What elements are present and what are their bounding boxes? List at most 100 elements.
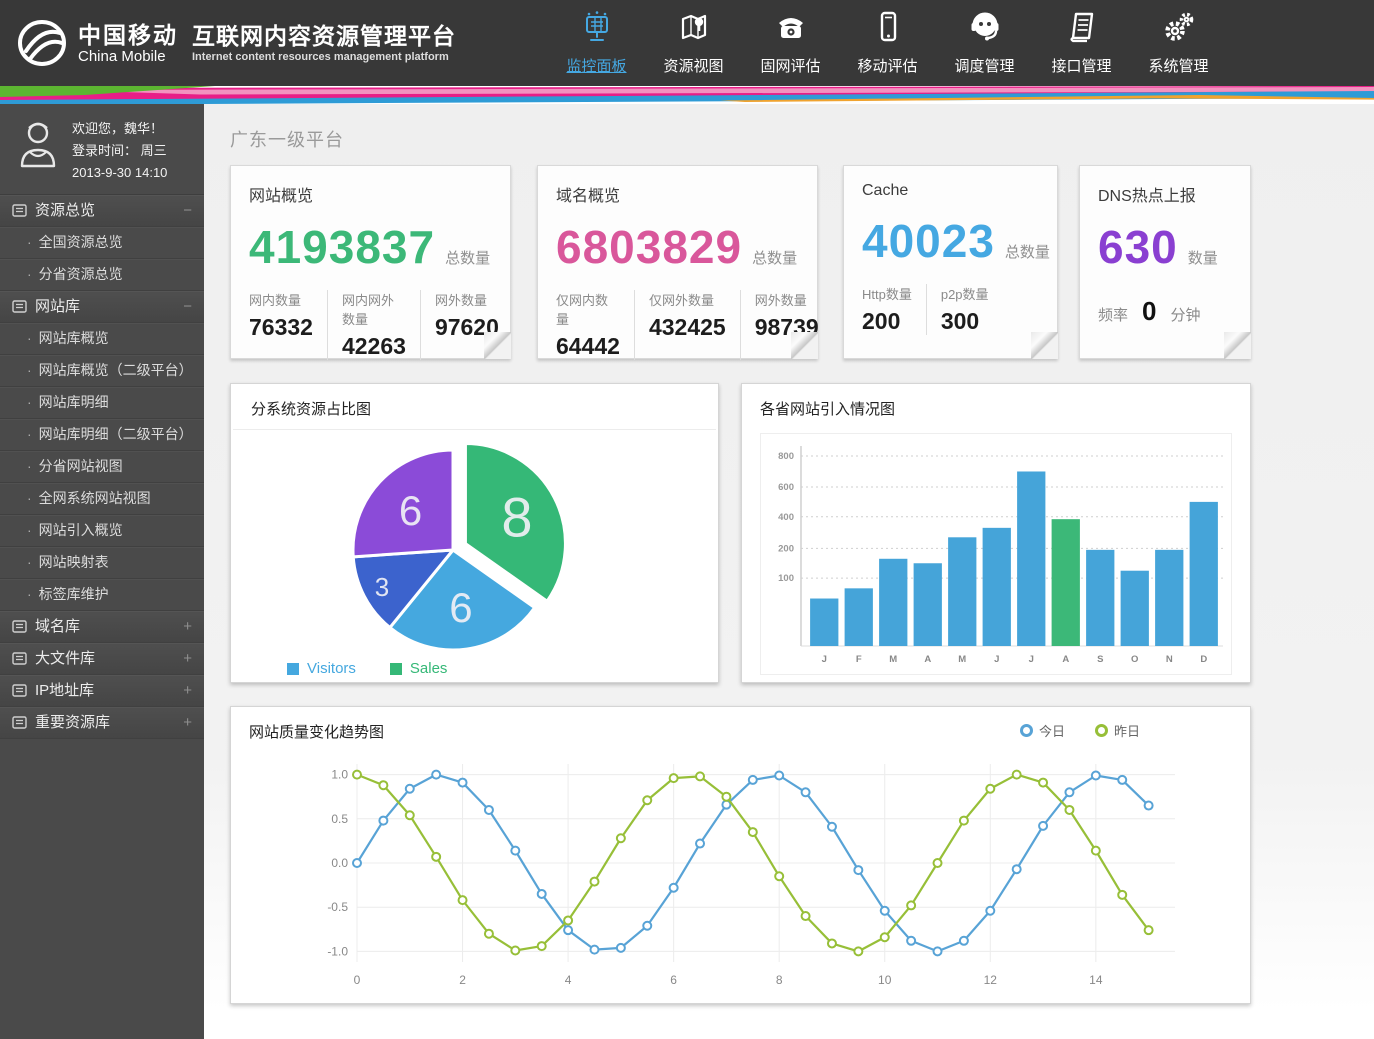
data-point-今日[interactable]	[696, 840, 704, 848]
data-point-昨日[interactable]	[564, 916, 572, 924]
data-point-昨日[interactable]	[1092, 847, 1100, 855]
sidebar-item-网站库明细（二级平台）[interactable]: ·网站库明细（二级平台）	[0, 419, 204, 451]
data-point-昨日[interactable]	[617, 834, 625, 842]
data-point-今日[interactable]	[1145, 802, 1153, 810]
bar-M-3[interactable]	[879, 559, 907, 646]
nav-item-7[interactable]: 系统管理	[1130, 10, 1227, 76]
data-point-今日[interactable]	[802, 788, 810, 796]
nav-item-4[interactable]: 移动评估	[839, 10, 936, 76]
data-point-昨日[interactable]	[670, 774, 678, 782]
bar-D-12[interactable]	[1190, 502, 1218, 646]
data-point-今日[interactable]	[986, 907, 994, 915]
sidebar-section-大文件库[interactable]: 大文件库+	[0, 643, 204, 675]
expand-icon[interactable]: +	[183, 675, 192, 706]
data-point-昨日[interactable]	[511, 947, 519, 955]
data-point-昨日[interactable]	[353, 771, 361, 779]
data-point-今日[interactable]	[934, 947, 942, 955]
data-point-今日[interactable]	[1118, 776, 1126, 784]
data-point-昨日[interactable]	[881, 933, 889, 941]
sidebar-section-域名库[interactable]: 域名库+	[0, 611, 204, 643]
sidebar-item-网站库概览（二级平台）[interactable]: ·网站库概览（二级平台）	[0, 355, 204, 387]
legend-item-昨日[interactable]: 昨日	[1095, 721, 1140, 740]
sidebar-item-网站库概览[interactable]: ·网站库概览	[0, 323, 204, 355]
legend-item-Sales[interactable]: Sales	[390, 660, 448, 677]
data-point-今日[interactable]	[1065, 788, 1073, 796]
sidebar-section-资源总览[interactable]: 资源总览−	[0, 195, 204, 227]
data-point-昨日[interactable]	[1065, 806, 1073, 814]
data-point-昨日[interactable]	[775, 872, 783, 880]
data-point-今日[interactable]	[643, 922, 651, 930]
data-point-今日[interactable]	[564, 926, 572, 934]
data-point-今日[interactable]	[1092, 771, 1100, 779]
bar-J-7[interactable]	[1017, 471, 1045, 646]
data-point-今日[interactable]	[907, 937, 915, 945]
nav-item-2[interactable]: 资源视图	[645, 10, 742, 76]
sidebar-section-网站库[interactable]: 网站库−	[0, 291, 204, 323]
data-point-今日[interactable]	[353, 859, 361, 867]
data-point-今日[interactable]	[881, 907, 889, 915]
data-point-今日[interactable]	[775, 771, 783, 779]
data-point-昨日[interactable]	[907, 901, 915, 909]
collapse-icon[interactable]: −	[183, 195, 192, 226]
legend-item-Visitors[interactable]: Visitors	[287, 660, 356, 677]
data-point-今日[interactable]	[749, 776, 757, 784]
data-point-昨日[interactable]	[538, 942, 546, 950]
data-point-昨日[interactable]	[1013, 771, 1021, 779]
sidebar-item-全国资源总览[interactable]: ·全国资源总览	[0, 227, 204, 259]
legend-item-今日[interactable]: 今日	[1020, 721, 1065, 740]
data-point-昨日[interactable]	[854, 947, 862, 955]
bar-A-8[interactable]	[1052, 519, 1080, 646]
data-point-昨日[interactable]	[828, 939, 836, 947]
data-point-今日[interactable]	[960, 937, 968, 945]
data-point-今日[interactable]	[1039, 822, 1047, 830]
sidebar-item-网站库明细[interactable]: ·网站库明细	[0, 387, 204, 419]
bar-S-9[interactable]	[1086, 550, 1114, 646]
data-point-今日[interactable]	[1013, 865, 1021, 873]
data-point-今日[interactable]	[485, 806, 493, 814]
data-point-昨日[interactable]	[485, 930, 493, 938]
data-point-今日[interactable]	[459, 779, 467, 787]
data-point-昨日[interactable]	[934, 859, 942, 867]
data-point-昨日[interactable]	[696, 772, 704, 780]
data-point-昨日[interactable]	[722, 793, 730, 801]
nav-item-3[interactable]: 固网评估	[742, 10, 839, 76]
nav-item-6[interactable]: 接口管理	[1033, 10, 1130, 76]
data-point-今日[interactable]	[538, 890, 546, 898]
data-point-今日[interactable]	[379, 817, 387, 825]
data-point-今日[interactable]	[590, 946, 598, 954]
data-point-昨日[interactable]	[986, 785, 994, 793]
collapse-icon[interactable]: −	[183, 291, 192, 322]
sidebar-item-网站引入概览[interactable]: ·网站引入概览	[0, 515, 204, 547]
data-point-昨日[interactable]	[590, 878, 598, 886]
data-point-今日[interactable]	[511, 847, 519, 855]
data-point-昨日[interactable]	[1145, 926, 1153, 934]
nav-item-5[interactable]: 调度管理	[936, 10, 1033, 76]
data-point-昨日[interactable]	[432, 853, 440, 861]
sidebar-item-网站映射表[interactable]: ·网站映射表	[0, 547, 204, 579]
bar-A-4[interactable]	[914, 563, 942, 646]
sidebar-item-全网系统网站视图[interactable]: ·全网系统网站视图	[0, 483, 204, 515]
data-point-今日[interactable]	[406, 785, 414, 793]
data-point-昨日[interactable]	[406, 811, 414, 819]
data-point-今日[interactable]	[670, 884, 678, 892]
sidebar-section-IP地址库[interactable]: IP地址库+	[0, 675, 204, 707]
sidebar-item-标签库维护[interactable]: ·标签库维护	[0, 579, 204, 611]
sidebar-item-分省资源总览[interactable]: ·分省资源总览	[0, 259, 204, 291]
data-point-昨日[interactable]	[459, 896, 467, 904]
data-point-今日[interactable]	[828, 823, 836, 831]
sidebar-item-分省网站视图[interactable]: ·分省网站视图	[0, 451, 204, 483]
bar-O-10[interactable]	[1121, 571, 1149, 646]
data-point-今日[interactable]	[854, 866, 862, 874]
expand-icon[interactable]: +	[183, 707, 192, 738]
bar-J-1[interactable]	[810, 599, 838, 646]
nav-item-1[interactable]: 监控面板	[548, 10, 645, 76]
data-point-今日[interactable]	[617, 944, 625, 952]
bar-M-5[interactable]	[948, 537, 976, 646]
data-point-今日[interactable]	[432, 771, 440, 779]
data-point-昨日[interactable]	[960, 817, 968, 825]
data-point-昨日[interactable]	[1118, 891, 1126, 899]
data-point-昨日[interactable]	[643, 796, 651, 804]
bar-J-6[interactable]	[983, 528, 1011, 646]
bar-F-2[interactable]	[845, 588, 873, 646]
data-point-昨日[interactable]	[802, 912, 810, 920]
